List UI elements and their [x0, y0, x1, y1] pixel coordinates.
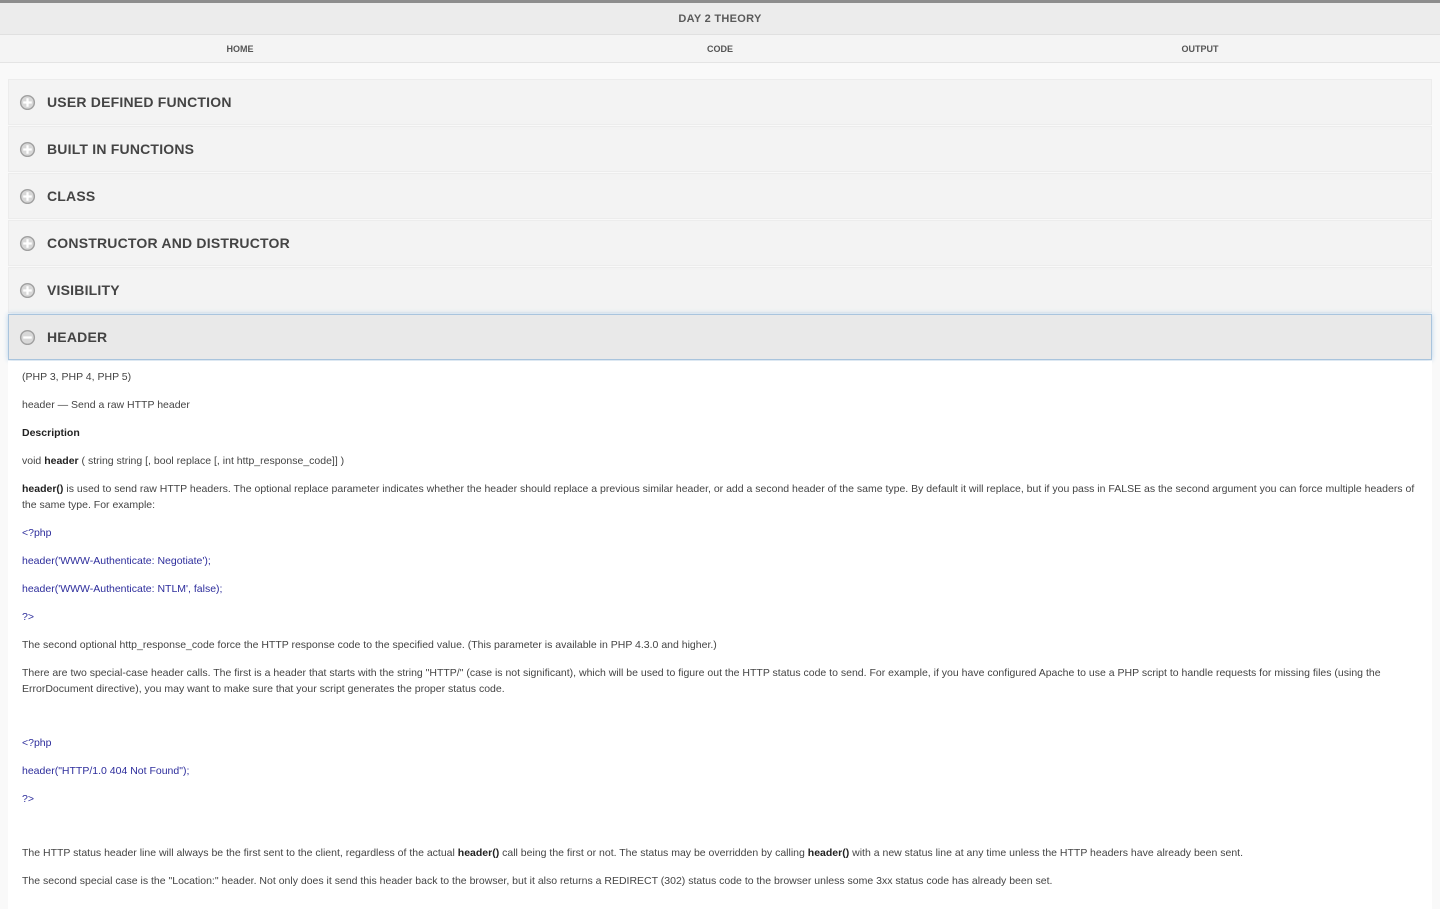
php-versions: (PHP 3, PHP 4, PHP 5)	[22, 371, 132, 383]
page-header: DAY 2 THEORY	[0, 3, 1440, 35]
paragraph: The second optional http_response_code f…	[22, 639, 717, 651]
accordion-label: CONSTRUCTOR AND DISTRUCTOR	[47, 235, 290, 251]
code-line: ?>	[22, 793, 34, 805]
navbar: HOME CODE OUTPUT	[0, 35, 1440, 63]
accordion-label: BUILT IN FUNCTIONS	[47, 141, 195, 157]
code-line: header("HTTP/1.0 404 Not Found");	[22, 765, 190, 777]
code-line: ?>	[22, 611, 34, 623]
code-line: header('WWW-Authenticate: Negotiate');	[22, 555, 211, 567]
plus-circle-icon	[19, 235, 36, 251]
paragraph: header() is used to send raw HTTP header…	[22, 483, 1415, 511]
function-summary: header — Send a raw HTTP header	[22, 399, 190, 411]
accordion-item-class[interactable]: CLASS	[8, 173, 1432, 219]
code-line: <?php	[22, 527, 52, 539]
accordion-label: USER DEFINED FUNCTION	[47, 94, 232, 110]
plus-circle-icon	[19, 94, 36, 110]
code-line: <?php	[22, 737, 52, 749]
accordion-item-constructor-and-distructor[interactable]: CONSTRUCTOR AND DISTRUCTOR	[8, 220, 1432, 266]
plus-circle-icon	[19, 282, 36, 298]
description-heading: Description	[22, 427, 80, 439]
nav-code[interactable]: CODE	[480, 35, 960, 62]
plus-circle-icon	[19, 141, 36, 157]
page-title: DAY 2 THEORY	[678, 12, 762, 25]
accordion-label: VISIBILITY	[47, 282, 120, 298]
accordion-item-visibility[interactable]: VISIBILITY	[8, 267, 1432, 313]
accordion-item-user-defined-function[interactable]: USER DEFINED FUNCTION	[8, 79, 1432, 125]
accordion-item-header[interactable]: HEADER	[8, 314, 1432, 360]
nav-output[interactable]: OUTPUT	[960, 35, 1440, 62]
accordion-label: CLASS	[47, 188, 96, 204]
paragraph: The HTTP status header line will always …	[22, 847, 1243, 859]
accordion-item-built-in-functions[interactable]: BUILT IN FUNCTIONS	[8, 126, 1432, 172]
plus-circle-icon	[19, 188, 36, 204]
header-content-panel: (PHP 3, PHP 4, PHP 5) header — Send a ra…	[8, 361, 1432, 909]
function-signature: void header ( string string [, bool repl…	[22, 455, 345, 467]
paragraph: The second special case is the "Location…	[22, 875, 1053, 887]
paragraph: There are two special-case header calls.…	[22, 667, 1381, 695]
nav-home[interactable]: HOME	[0, 35, 480, 62]
accordion-label: HEADER	[47, 329, 108, 345]
code-line: header('WWW-Authenticate: NTLM', false);	[22, 583, 223, 595]
minus-circle-icon	[19, 329, 36, 345]
accordion: USER DEFINED FUNCTION BUILT IN FUNCTIONS…	[8, 79, 1432, 360]
